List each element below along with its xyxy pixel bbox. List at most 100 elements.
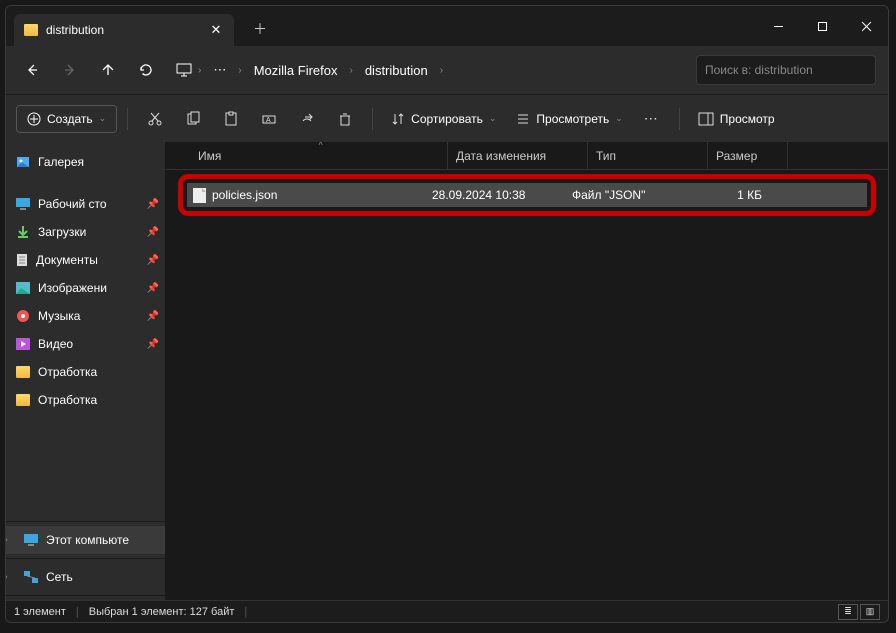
preview-button[interactable]: Просмотр [690, 106, 783, 132]
folder-icon [24, 24, 38, 36]
pin-icon: 📌 [147, 311, 159, 322]
svg-text:A: A [266, 117, 271, 124]
minimize-button[interactable] [756, 10, 800, 42]
refresh-button[interactable] [128, 52, 164, 88]
header-name[interactable]: Имя [190, 142, 448, 169]
sidebar-item-folder1[interactable]: Отработка [6, 358, 165, 386]
computer-icon [24, 534, 38, 546]
sidebar-label: Сеть [46, 570, 73, 584]
new-tab-button[interactable]: ＋ [246, 15, 274, 43]
forward-button[interactable] [52, 52, 88, 88]
more-button[interactable]: ⋯ [635, 102, 669, 136]
chevron-right-icon: › [349, 65, 352, 76]
status-bar: 1 элемент | Выбран 1 элемент: 127 байт |… [6, 600, 888, 622]
documents-icon [16, 253, 28, 267]
view-mode-buttons: ≣ ▥ [838, 604, 880, 620]
sidebar-item-thispc[interactable]: Этот компьюте [6, 526, 165, 554]
refresh-icon [138, 62, 154, 78]
sidebar-label: Изображени [38, 281, 107, 295]
rename-icon: A [261, 111, 277, 127]
view-button[interactable]: Просмотреть ⌄ [508, 106, 630, 132]
folder-icon [16, 366, 30, 378]
status-count: 1 элемент [14, 606, 66, 618]
sidebar-label: Загрузки [38, 225, 86, 239]
crumb-firefox[interactable]: Mozilla Firefox [248, 59, 344, 82]
create-label: Создать [47, 112, 93, 126]
sidebar-label: Отработка [38, 393, 97, 407]
header-type[interactable]: Тип [588, 142, 708, 169]
sidebar-label: Этот компьюте [46, 533, 129, 547]
nav-bar: › ⋯ › Mozilla Firefox › distribution › П… [6, 46, 888, 94]
sort-button[interactable]: Сортировать ⌄ [383, 106, 504, 132]
sidebar-label: Документы [36, 253, 98, 267]
crumb-ellipsis[interactable]: ⋯ [207, 58, 232, 82]
arrow-up-icon [100, 62, 116, 78]
trash-icon [337, 111, 353, 127]
sidebar-item-gallery[interactable]: Галерея [6, 148, 165, 176]
copy-button[interactable] [176, 102, 210, 136]
column-headers: Имя Дата изменения Тип Размер [166, 142, 888, 170]
file-type: Файл "JSON" [572, 188, 692, 202]
toolbar: Создать ⌄ A Сортировать ⌄ Просм [6, 94, 888, 142]
share-button[interactable] [290, 102, 324, 136]
pin-icon: 📌 [147, 227, 159, 238]
sidebar-item-music[interactable]: Музыка 📌 [6, 302, 165, 330]
breadcrumb[interactable]: › ⋯ › Mozilla Firefox › distribution › [176, 58, 694, 82]
sidebar-item-network[interactable]: Сеть [6, 563, 165, 591]
pictures-icon [16, 282, 30, 294]
desktop-icon [16, 198, 30, 210]
explorer-window: distribution ✕ ＋ [5, 5, 889, 623]
cut-icon [147, 111, 163, 127]
crumb-distribution[interactable]: distribution [359, 59, 434, 82]
paste-icon [223, 111, 239, 127]
file-name: policies.json [212, 188, 277, 202]
file-icon [193, 188, 206, 203]
delete-button[interactable] [328, 102, 362, 136]
sidebar-item-downloads[interactable]: Загрузки 📌 [6, 218, 165, 246]
separator: | [244, 606, 247, 618]
sidebar-label: Галерея [38, 155, 84, 169]
header-size[interactable]: Размер [708, 142, 788, 169]
sidebar-label: Музыка [38, 309, 80, 323]
view-label: Просмотреть [536, 112, 609, 126]
status-selected: Выбран 1 элемент: 127 байт [89, 606, 235, 618]
cut-button[interactable] [138, 102, 172, 136]
chevron-down-icon: ⌄ [99, 113, 107, 124]
window-controls [756, 10, 888, 42]
separator [127, 108, 128, 130]
maximize-button[interactable] [800, 10, 844, 42]
sidebar-item-videos[interactable]: Видео 📌 [6, 330, 165, 358]
sidebar-label: Видео [38, 337, 73, 351]
header-date[interactable]: Дата изменения [448, 142, 588, 169]
separator [679, 108, 680, 130]
tab-close-button[interactable]: ✕ [208, 22, 224, 38]
arrow-right-icon [62, 62, 78, 78]
sidebar-item-desktop[interactable]: Рабочий сто 📌 [6, 190, 165, 218]
file-row[interactable]: policies.json 28.09.2024 10:38 Файл "JSO… [187, 183, 867, 207]
paste-button[interactable] [214, 102, 248, 136]
monitor-icon [176, 63, 192, 77]
back-button[interactable] [14, 52, 50, 88]
gallery-icon [16, 155, 30, 169]
chevron-right-icon: › [198, 65, 201, 76]
sidebar-item-documents[interactable]: Документы 📌 [6, 246, 165, 274]
chevron-down-icon: ⌄ [615, 113, 623, 124]
videos-icon [16, 338, 30, 350]
sidebar-item-pictures[interactable]: Изображени 📌 [6, 274, 165, 302]
sidebar-item-folder2[interactable]: Отработка [6, 386, 165, 414]
file-size: 1 КБ [692, 188, 762, 202]
chevron-down-icon: ⌄ [489, 113, 497, 124]
up-button[interactable] [90, 52, 126, 88]
search-input[interactable]: Поиск в: distribution [696, 55, 876, 85]
body: Галерея Рабочий сто 📌 Загрузки 📌 Докумен… [6, 142, 888, 600]
details-view-button[interactable]: ≣ [838, 604, 858, 620]
create-button[interactable]: Создать ⌄ [16, 105, 117, 133]
file-list: policies.json 28.09.2024 10:38 Файл "JSO… [166, 170, 888, 220]
preview-label: Просмотр [720, 112, 775, 126]
close-button[interactable] [844, 10, 888, 42]
rename-button[interactable]: A [252, 102, 286, 136]
sidebar-label: Отработка [38, 365, 97, 379]
icons-view-button[interactable]: ▥ [860, 604, 880, 620]
titlebar: distribution ✕ ＋ [6, 6, 888, 46]
tab-distribution[interactable]: distribution ✕ [14, 14, 234, 46]
